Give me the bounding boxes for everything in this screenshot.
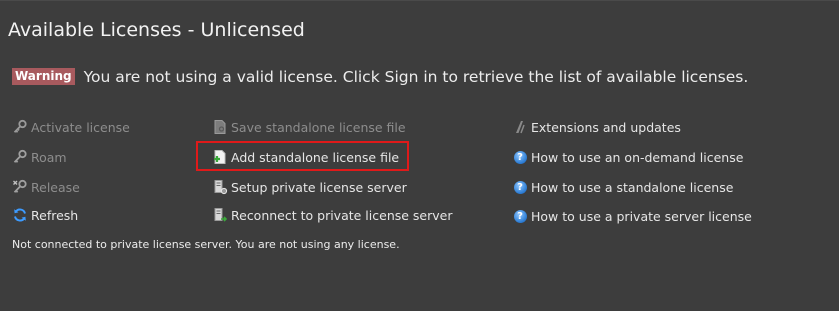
- activate-license-label: Activate license: [31, 119, 130, 135]
- release-button[interactable]: Release: [12, 179, 80, 195]
- server-setup-icon: [212, 179, 228, 195]
- refresh-icon: [12, 207, 28, 223]
- extensions-icon: [512, 119, 528, 135]
- help-icon: ?: [512, 208, 528, 224]
- page-title: Available Licenses - Unlicensed: [8, 19, 305, 41]
- key-release-icon: [12, 179, 28, 195]
- key-roam-icon: [12, 149, 28, 165]
- reconnect-private-license-server-button[interactable]: Reconnect to private license server: [212, 207, 452, 223]
- warning-message: You are not using a valid license. Click…: [83, 68, 749, 86]
- help-standalone-license-label: How to use a standalone license: [531, 179, 734, 195]
- extensions-and-updates-link[interactable]: Extensions and updates: [512, 119, 681, 135]
- save-standalone-license-button[interactable]: Save standalone license file: [212, 119, 406, 135]
- roam-label: Roam: [31, 149, 67, 165]
- help-on-demand-license-link[interactable]: ? How to use an on-demand license: [512, 149, 743, 165]
- release-label: Release: [31, 179, 80, 195]
- reconnect-private-license-server-label: Reconnect to private license server: [231, 207, 453, 223]
- setup-private-license-server-label: Setup private license server: [231, 179, 407, 195]
- activate-license-button[interactable]: Activate license: [12, 119, 130, 135]
- server-reconnect-icon: [212, 207, 228, 223]
- warning-badge: Warning: [12, 68, 75, 85]
- setup-private-license-server-button[interactable]: Setup private license server: [212, 179, 407, 195]
- save-standalone-license-label: Save standalone license file: [231, 119, 406, 135]
- connection-status: Not connected to private license server.…: [12, 238, 400, 251]
- extensions-and-updates-label: Extensions and updates: [531, 119, 681, 135]
- warning-row: Warning You are not using a valid licens…: [12, 68, 748, 87]
- help-private-server-license-label: How to use a private server license: [531, 208, 752, 224]
- help-standalone-license-link[interactable]: ? How to use a standalone license: [512, 179, 733, 195]
- refresh-button[interactable]: Refresh: [12, 207, 78, 223]
- refresh-label: Refresh: [31, 207, 79, 223]
- roam-button[interactable]: Roam: [12, 149, 67, 165]
- help-icon: ?: [512, 179, 528, 195]
- help-private-server-license-link[interactable]: ? How to use a private server license: [512, 208, 752, 224]
- help-icon: ?: [512, 149, 528, 165]
- save-license-icon: [212, 119, 228, 135]
- licenses-panel: Available Licenses - Unlicensed Warning …: [0, 0, 839, 311]
- highlight-box: [196, 141, 409, 171]
- key-icon: [12, 119, 28, 135]
- help-on-demand-license-label: How to use an on-demand license: [531, 149, 744, 165]
